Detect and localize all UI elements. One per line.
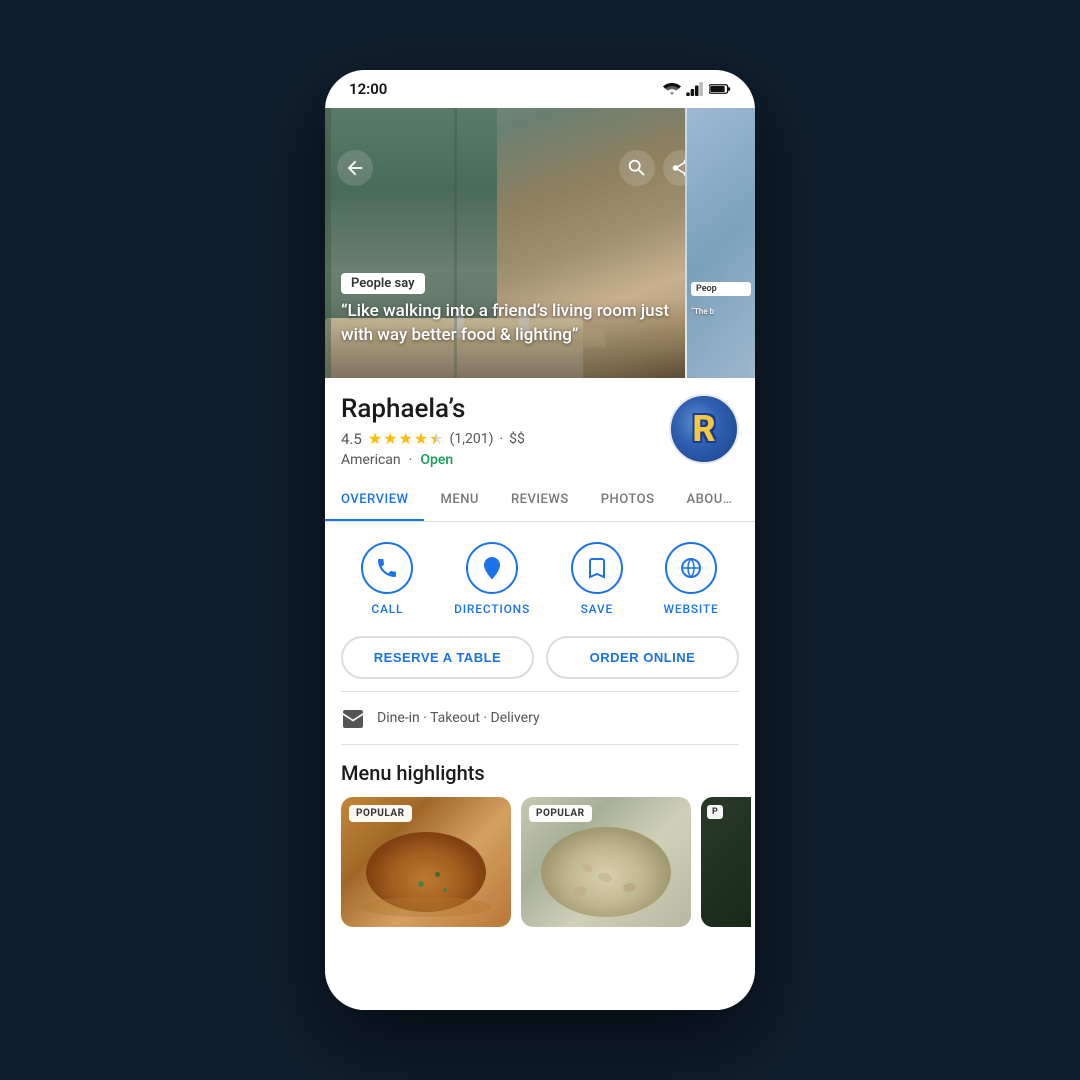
- main-content: Raphaela’s 4.5 ★ ★ ★ ★ ★ ★ (1,201) ·: [325, 378, 755, 1010]
- menu-item-2[interactable]: POPULAR: [521, 797, 691, 927]
- directions-icon-circle: [466, 542, 518, 594]
- status-icons: [663, 82, 731, 96]
- website-icon-circle: [665, 542, 717, 594]
- dot-separator-2: ·: [409, 452, 413, 468]
- status-bar: 12:00: [325, 70, 755, 104]
- call-icon-circle: [361, 542, 413, 594]
- restaurant-details: Raphaela’s 4.5 ★ ★ ★ ★ ★ ★ (1,201) ·: [341, 394, 669, 468]
- star-4: ★: [414, 429, 428, 448]
- star-half: ★ ★: [429, 429, 443, 448]
- directions-icon: [480, 556, 504, 580]
- rating-number: 4.5: [341, 430, 362, 448]
- order-online-button[interactable]: ORDER ONLINE: [546, 636, 739, 679]
- popular-badge-2: POPULAR: [529, 805, 592, 822]
- logo-letter: R: [692, 408, 715, 450]
- call-button[interactable]: CALL: [361, 542, 413, 616]
- save-label: SAVE: [581, 602, 613, 616]
- save-icon-circle: [571, 542, 623, 594]
- popular-badge-1: POPULAR: [349, 805, 412, 822]
- battery-icon: [709, 83, 731, 95]
- phone-frame: 12:00: [325, 70, 755, 1010]
- hero-second-peek: Peop “The b: [685, 108, 755, 378]
- second-people-say-quote: “The b: [691, 307, 714, 316]
- open-status: Open: [420, 452, 453, 468]
- cuisine: American: [341, 452, 401, 468]
- menu-highlights-section: Menu highlights POPULAR: [325, 745, 755, 927]
- restaurant-name: Raphaela’s: [341, 394, 669, 425]
- tab-photos[interactable]: PHOTOS: [585, 480, 671, 521]
- dot-separator-1: ·: [499, 431, 503, 447]
- signal-icon: [686, 82, 704, 96]
- stars: ★ ★ ★ ★ ★ ★: [368, 429, 444, 448]
- cta-buttons-row: RESERVE A TABLE ORDER ONLINE: [325, 624, 755, 691]
- star-3: ★: [399, 429, 413, 448]
- tab-reviews[interactable]: REVIEWS: [495, 480, 585, 521]
- tab-overview[interactable]: OVERVIEW: [325, 480, 424, 521]
- action-buttons-row: CALL DIRECTIONS: [325, 522, 755, 624]
- people-say-overlay: People say “Like walking into a friend’s…: [341, 272, 675, 348]
- save-icon: [585, 556, 609, 580]
- save-button[interactable]: SAVE: [571, 542, 623, 616]
- directions-button[interactable]: DIRECTIONS: [454, 542, 530, 616]
- menu-items-row: POPULAR POPULAR: [341, 797, 755, 927]
- second-people-say: Peop “The b: [691, 282, 751, 318]
- phone-icon: [375, 556, 399, 580]
- directions-label: DIRECTIONS: [454, 602, 530, 616]
- menu-highlights-title: Menu highlights: [341, 761, 755, 785]
- tabs-container: OVERVIEW MENU REVIEWS PHOTOS ABOU…: [325, 480, 755, 522]
- call-label: CALL: [371, 602, 403, 616]
- review-count: (1,201): [450, 431, 494, 447]
- reserve-table-button[interactable]: RESERVE A TABLE: [341, 636, 534, 679]
- restaurant-logo: R: [669, 394, 739, 464]
- status-time: 12:00: [349, 80, 387, 98]
- service-options-row: Dine-in · Takeout · Delivery: [325, 692, 755, 744]
- website-button[interactable]: WEBSITE: [664, 542, 719, 616]
- star-1: ★: [368, 429, 382, 448]
- tab-about[interactable]: ABOU…: [670, 480, 748, 521]
- website-label: WEBSITE: [664, 602, 719, 616]
- menu-item-1[interactable]: POPULAR: [341, 797, 511, 927]
- service-options-text: Dine-in · Takeout · Delivery: [377, 710, 540, 726]
- people-say-tag: People say: [341, 273, 425, 294]
- tab-menu[interactable]: MENU: [424, 480, 494, 521]
- star-2: ★: [383, 429, 397, 448]
- cuisine-row: American · Open: [341, 452, 669, 468]
- search-button[interactable]: [619, 150, 655, 186]
- restaurant-rating-row: 4.5 ★ ★ ★ ★ ★ ★ (1,201) · $$: [341, 429, 669, 448]
- website-icon: [679, 556, 703, 580]
- people-say-quote: “Like walking into a friend’s living roo…: [341, 300, 675, 348]
- second-people-say-tag: Peop: [691, 282, 751, 296]
- hero-section: People say “Like walking into a friend’s…: [325, 108, 755, 378]
- price-range: $$: [509, 431, 525, 447]
- back-button[interactable]: [337, 150, 373, 186]
- storefront-icon: [341, 706, 365, 730]
- restaurant-info: Raphaela’s 4.5 ★ ★ ★ ★ ★ ★ (1,201) ·: [325, 378, 755, 468]
- wifi-icon: [663, 82, 681, 96]
- popular-badge-3: P: [707, 805, 723, 819]
- menu-item-3-partial[interactable]: P: [701, 797, 751, 927]
